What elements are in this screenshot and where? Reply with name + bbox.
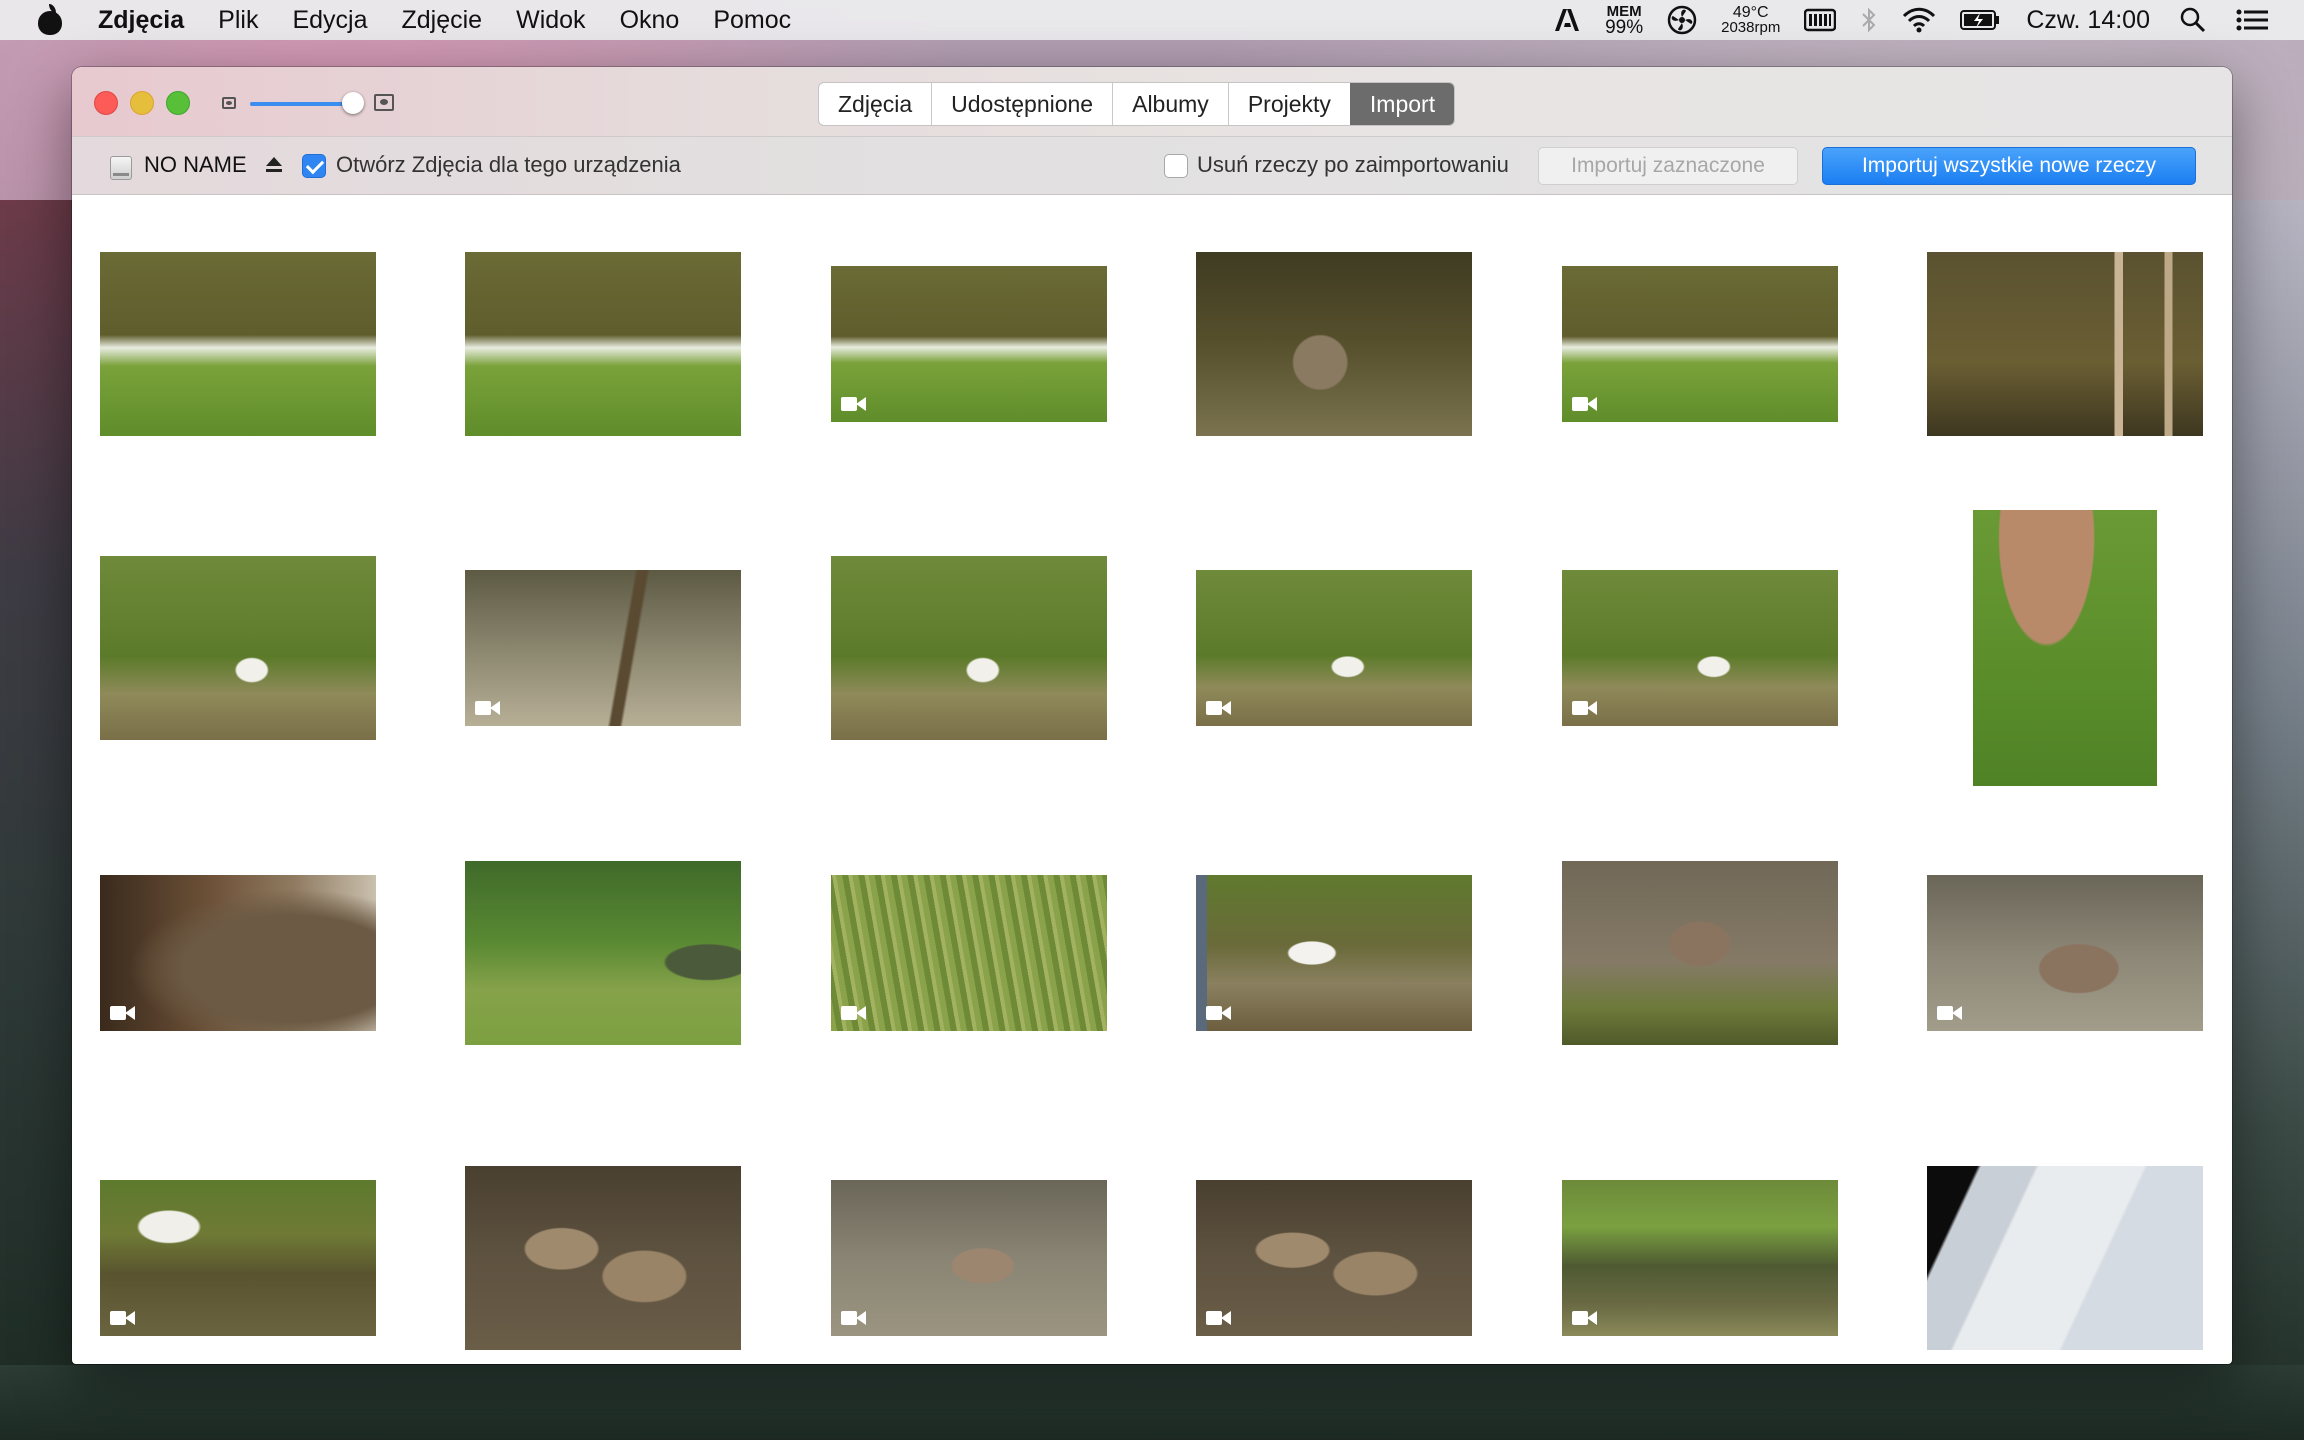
close-window-button[interactable] bbox=[94, 91, 118, 115]
menu-app-name[interactable]: Zdjęcia bbox=[98, 6, 184, 35]
import-toolbar: NO NAME Otwórz Zdjęcia dla tego urządzen… bbox=[72, 137, 2232, 195]
video-thumbnail[interactable] bbox=[831, 266, 1107, 422]
temperature-indicator[interactable]: 49°C 2038rpm bbox=[1721, 4, 1781, 36]
window-titlebar: Zdjęcia Udostępnione Albumy Projekty Imp… bbox=[72, 67, 2232, 137]
photo-thumbnail[interactable] bbox=[1927, 1166, 2203, 1350]
photo-thumbnail[interactable] bbox=[100, 556, 376, 740]
fan-icon[interactable] bbox=[1667, 5, 1697, 35]
thumbnail-size-slider[interactable] bbox=[250, 102, 350, 106]
device-name: NO NAME bbox=[144, 152, 247, 177]
thumbnail-size-large-icon bbox=[374, 94, 394, 111]
menu-clock[interactable]: Czw. 14:00 bbox=[2026, 6, 2150, 35]
photo-thumbnail[interactable] bbox=[465, 252, 741, 436]
photo-thumbnail[interactable] bbox=[100, 252, 376, 436]
video-thumbnail[interactable] bbox=[831, 875, 1107, 1031]
desktop-wallpaper-bottom bbox=[0, 1365, 2304, 1440]
photos-window: Zdjęcia Udostępnione Albumy Projekty Imp… bbox=[72, 67, 2232, 1364]
main-tabs: Zdjęcia Udostępnione Albumy Projekty Imp… bbox=[818, 82, 1456, 126]
photo-thumbnail[interactable] bbox=[1562, 861, 1838, 1045]
menu-window[interactable]: Okno bbox=[620, 6, 680, 35]
photo-thumbnail[interactable] bbox=[465, 861, 741, 1045]
wifi-icon[interactable] bbox=[1902, 7, 1936, 33]
zoom-window-button[interactable] bbox=[166, 91, 190, 115]
menu-view[interactable]: Widok bbox=[516, 6, 585, 35]
delete-after-import-checkbox[interactable] bbox=[1164, 154, 1188, 178]
menu-edit[interactable]: Edycja bbox=[292, 6, 367, 35]
photo-thumbnail[interactable] bbox=[831, 556, 1107, 740]
video-camera-icon bbox=[1206, 1310, 1232, 1326]
import-selected-button[interactable]: Importuj zaznaczone bbox=[1538, 147, 1798, 185]
video-camera-icon bbox=[1572, 700, 1598, 716]
video-thumbnail[interactable] bbox=[1196, 570, 1472, 726]
tab-photos[interactable]: Zdjęcia bbox=[819, 83, 931, 125]
memory-value: 99% bbox=[1605, 16, 1644, 38]
video-thumbnail[interactable] bbox=[831, 1180, 1107, 1336]
spotlight-search-icon[interactable] bbox=[2180, 7, 2206, 33]
video-camera-icon bbox=[1572, 396, 1598, 412]
delete-after-import-label[interactable]: Usuń rzeczy po zaimportowaniu bbox=[1197, 152, 1509, 178]
drive-icon bbox=[110, 156, 132, 180]
battery-icon[interactable] bbox=[1960, 8, 2000, 32]
tab-albums[interactable]: Albumy bbox=[1112, 83, 1228, 125]
video-camera-icon bbox=[110, 1005, 136, 1021]
photo-thumbnail[interactable] bbox=[1196, 252, 1472, 436]
import-all-button[interactable]: Importuj wszystkie nowe rzeczy bbox=[1822, 147, 2196, 185]
minimize-window-button[interactable] bbox=[130, 91, 154, 115]
cpu-meter-icon[interactable] bbox=[1804, 8, 1837, 32]
menu-help[interactable]: Pomoc bbox=[713, 6, 791, 35]
temperature-value: 49°C bbox=[1732, 4, 1769, 21]
fan-speed-value: 2038rpm bbox=[1721, 19, 1781, 36]
video-camera-icon bbox=[1937, 1005, 1963, 1021]
video-camera-icon bbox=[1572, 1310, 1598, 1326]
video-camera-icon bbox=[841, 1310, 867, 1326]
photo-thumbnail[interactable] bbox=[465, 1166, 741, 1350]
notification-center-icon[interactable] bbox=[2236, 9, 2268, 31]
video-camera-icon bbox=[841, 1005, 867, 1021]
photo-thumbnail[interactable] bbox=[1927, 252, 2203, 436]
thumbnail-size-slider-knob[interactable] bbox=[342, 92, 364, 114]
video-thumbnail[interactable] bbox=[100, 875, 376, 1031]
video-thumbnail[interactable] bbox=[1196, 875, 1472, 1031]
adobe-icon[interactable] bbox=[1553, 7, 1581, 33]
thumbnail-size-small-icon bbox=[222, 97, 236, 109]
video-camera-icon bbox=[1206, 700, 1232, 716]
bluetooth-icon[interactable] bbox=[1860, 6, 1878, 34]
video-camera-icon bbox=[841, 396, 867, 412]
tab-import[interactable]: Import bbox=[1349, 83, 1455, 125]
menu-image[interactable]: Zdjęcie bbox=[402, 6, 483, 35]
video-thumbnail[interactable] bbox=[1562, 266, 1838, 422]
memory-indicator[interactable]: MEM 99% bbox=[1605, 4, 1643, 37]
video-camera-icon bbox=[475, 700, 501, 716]
eject-icon[interactable] bbox=[266, 157, 282, 175]
status-area: MEM 99% 49°C 2038rpm Czw. 14:00 bbox=[1529, 4, 2268, 37]
menu-bar: Zdjęcia Plik Edycja Zdjęcie Widok Okno P… bbox=[0, 0, 2304, 40]
video-thumbnail[interactable] bbox=[100, 1180, 376, 1336]
photo-thumbnail[interactable] bbox=[1973, 510, 2157, 786]
video-thumbnail[interactable] bbox=[1562, 1180, 1838, 1336]
video-thumbnail[interactable] bbox=[1562, 570, 1838, 726]
menu-file[interactable]: Plik bbox=[218, 6, 258, 35]
tab-shared[interactable]: Udostępnione bbox=[931, 83, 1112, 125]
apple-menu-icon[interactable] bbox=[36, 4, 64, 36]
video-camera-icon bbox=[1206, 1005, 1232, 1021]
video-thumbnail[interactable] bbox=[1196, 1180, 1472, 1336]
import-thumbnail-grid bbox=[72, 196, 2232, 1364]
video-thumbnail[interactable] bbox=[1927, 875, 2203, 1031]
open-photos-checkbox[interactable] bbox=[302, 154, 326, 178]
video-camera-icon bbox=[110, 1310, 136, 1326]
tab-projects[interactable]: Projekty bbox=[1227, 83, 1350, 125]
open-photos-label[interactable]: Otwórz Zdjęcia dla tego urządzenia bbox=[336, 152, 681, 178]
video-thumbnail[interactable] bbox=[465, 570, 741, 726]
